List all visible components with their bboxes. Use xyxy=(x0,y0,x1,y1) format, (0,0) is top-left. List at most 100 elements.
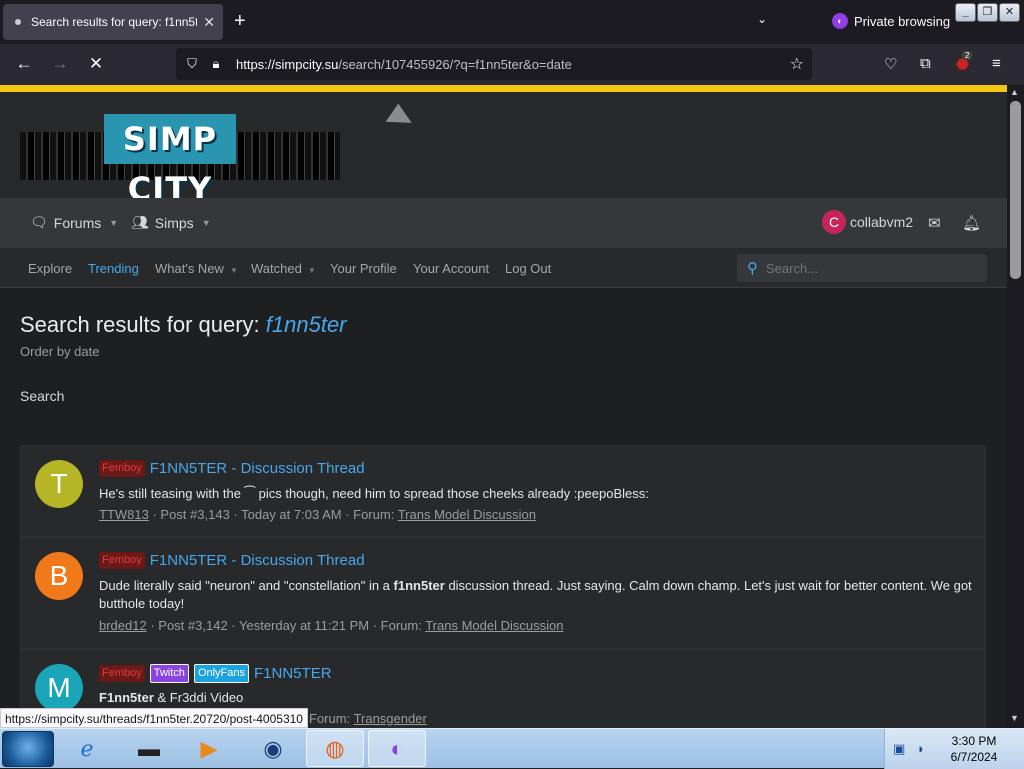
tab-loading-icon xyxy=(15,19,21,25)
prefix-tag[interactable]: OnlyFans xyxy=(193,664,250,683)
subnav-your-profile[interactable]: Your Profile xyxy=(330,261,397,276)
url-text[interactable]: https://simpcity.su/search/107455926/?q=… xyxy=(236,57,790,72)
new-tab-button[interactable]: + xyxy=(234,10,246,32)
username: collabvm2 xyxy=(850,214,914,230)
restore-button[interactable]: ❐ xyxy=(977,3,998,22)
main-nav: 🗨︎ Forums ▼ 👥︎ Simps ▼ C collabvm2 ✉ 🔔︎ xyxy=(0,198,1007,248)
minimize-button[interactable]: _ xyxy=(955,3,976,22)
browser-nav-bar: ← → ✕ ⛉ 🔒︎ https://simpcity.su/search/10… xyxy=(0,44,1024,85)
page-title: Search results for query: f1nn5ter xyxy=(20,312,347,337)
scrollbar[interactable]: ▲ ▼ xyxy=(1007,85,1024,728)
taskbar: ℯ ▬ ▶ ◉ ◍ ◐ ▣ ◗ 3:30 PM 6/7/2024 xyxy=(0,728,1024,769)
chevron-down-icon[interactable]: ▼ xyxy=(202,218,211,228)
forum-link[interactable]: Trans Model Discussion xyxy=(425,618,563,633)
scroll-down-icon[interactable]: ▼ xyxy=(1010,713,1019,723)
author-link[interactable]: TTW813 xyxy=(99,507,149,522)
address-bar[interactable]: ⛉ 🔒︎ https://simpcity.su/search/10745592… xyxy=(176,48,812,80)
forum-link[interactable]: Transgender xyxy=(354,711,427,726)
list-tabs-button[interactable]: ⌄ xyxy=(757,12,767,26)
result-title[interactable]: F1NN5TER - Discussion Thread xyxy=(150,460,365,477)
subnav-your-account[interactable]: Your Account xyxy=(413,261,489,276)
site-logo[interactable]: SIMP CITY xyxy=(20,114,340,208)
clock-time: 3:30 PM xyxy=(951,734,997,748)
ublock-badge: 2 xyxy=(962,51,973,60)
search-input[interactable] xyxy=(766,260,966,276)
clock-date: 6/7/2024 xyxy=(950,750,998,764)
result-meta: brded12 · Post #3,142 · Yesterday at 11:… xyxy=(99,618,564,633)
shield-icon[interactable]: ⛉ xyxy=(184,56,200,72)
prefix-tag[interactable]: Twitch xyxy=(149,664,189,683)
search-icon[interactable]: ⚲ xyxy=(747,259,758,277)
chevron-down-icon[interactable]: ▼ xyxy=(109,218,118,228)
avatar[interactable]: M xyxy=(35,664,83,712)
globe-icon[interactable]: ◉ xyxy=(244,730,302,767)
mouse-cursor-icon xyxy=(385,103,417,135)
nav-simps[interactable]: 👥︎ Simps ▼ xyxy=(131,214,211,231)
lock-icon[interactable]: 🔒︎ xyxy=(208,56,224,72)
media-center-icon[interactable]: ▬ xyxy=(120,730,178,767)
author-link[interactable]: brded12 xyxy=(99,618,147,633)
simps-icon: 👥︎ xyxy=(131,214,149,230)
result-meta: TTW813 · Post #3,143 · Today at 7:03 AM … xyxy=(99,507,536,522)
avatar: C xyxy=(822,210,846,234)
site-search[interactable]: ⚲ xyxy=(737,254,987,282)
search-link[interactable]: Search xyxy=(20,388,64,404)
network-icon[interactable]: ▣ xyxy=(893,741,905,757)
browser-tab[interactable]: Search results for query: f1nn5t ✕ xyxy=(3,4,223,40)
extensions-icon[interactable]: ⧉ xyxy=(920,55,931,72)
firefox-private-icon[interactable]: ◐ xyxy=(368,730,426,767)
tab-title: Search results for query: f1nn5t xyxy=(31,15,198,29)
result-title[interactable]: F1NN5TER - Discussion Thread xyxy=(150,552,365,569)
result-title[interactable]: F1NN5TER xyxy=(254,665,332,682)
bell-icon[interactable]: 🔔︎ xyxy=(962,214,981,232)
prefix-tag[interactable]: Femboy xyxy=(99,552,145,569)
volume-icon[interactable]: ◗ xyxy=(917,741,925,756)
subnav-whats-new[interactable]: What's New ▼ xyxy=(155,261,238,276)
star-icon[interactable]: ☆ xyxy=(790,54,804,74)
avatar[interactable]: B xyxy=(35,552,83,600)
results-list: T Femboy F1NN5TER - Discussion Thread He… xyxy=(20,445,986,728)
clock[interactable]: 3:30 PM 6/7/2024 xyxy=(944,733,1004,765)
browser-tab-bar: Search results for query: f1nn5t ✕ + ⌄ ◐… xyxy=(0,0,1024,44)
query-term: f1nn5ter xyxy=(265,312,347,337)
scroll-up-icon[interactable]: ▲ xyxy=(1010,87,1019,97)
subnav-watched[interactable]: Watched ▼ xyxy=(251,261,316,276)
subnav-trending[interactable]: Trending xyxy=(88,261,139,276)
site-header: SIMP CITY xyxy=(0,92,1007,208)
media-player-icon[interactable]: ▶ xyxy=(180,730,238,767)
result-snippet: F1nn5ter & Fr3ddi Video xyxy=(99,690,244,705)
close-tab-icon[interactable]: ✕ xyxy=(203,14,215,31)
result-snippet: Dude literally said "neuron" and "conste… xyxy=(99,578,972,611)
menu-icon[interactable]: ≡ xyxy=(992,55,1001,72)
subnav-explore[interactable]: Explore xyxy=(28,261,72,276)
prefix-tag[interactable]: Femboy xyxy=(99,665,145,682)
private-browsing-indicator: ◐ Private browsing xyxy=(832,13,950,29)
result-meta: Forum: Transgender xyxy=(309,711,427,726)
chevron-down-icon: ▼ xyxy=(307,266,316,275)
list-item: B Femboy F1NN5TER - Discussion Thread Du… xyxy=(21,538,985,650)
firefox-icon[interactable]: ◍ xyxy=(306,730,364,767)
close-window-button[interactable]: ✕ xyxy=(999,3,1020,22)
mail-icon[interactable]: ✉ xyxy=(928,214,941,232)
forum-link[interactable]: Trans Model Discussion xyxy=(398,507,536,522)
private-browsing-label: Private browsing xyxy=(854,13,951,29)
link-status-bar: https://simpcity.su/threads/f1nn5ter.207… xyxy=(0,708,308,728)
stop-icon[interactable]: ✕ xyxy=(84,53,108,75)
user-menu[interactable]: C collabvm2 xyxy=(822,210,913,234)
back-arrow-icon[interactable]: ← xyxy=(12,53,36,75)
window-controls: _ ❐ ✕ xyxy=(955,3,1020,22)
result-snippet: He's still teasing with the ⁀ pics thoug… xyxy=(99,486,649,501)
avatar[interactable]: T xyxy=(35,460,83,508)
start-button[interactable] xyxy=(2,731,54,767)
page-content: SIMP CITY 🗨︎ Forums ▼ 👥︎ Simps ▼ C colla… xyxy=(0,85,1007,728)
subnav-log-out[interactable]: Log Out xyxy=(505,261,551,276)
prefix-tag[interactable]: Femboy xyxy=(99,460,145,477)
scrollbar-thumb[interactable] xyxy=(1010,101,1021,279)
nav-forums[interactable]: 🗨︎ Forums ▼ xyxy=(30,214,118,231)
order-label: Order by date xyxy=(20,344,100,359)
pocket-icon[interactable]: ♡ xyxy=(884,55,897,73)
accent-bar xyxy=(0,85,1007,92)
forward-arrow-icon[interactable]: → xyxy=(48,53,72,75)
list-item: T Femboy F1NN5TER - Discussion Thread He… xyxy=(21,446,985,538)
internet-explorer-icon[interactable]: ℯ xyxy=(58,730,116,767)
